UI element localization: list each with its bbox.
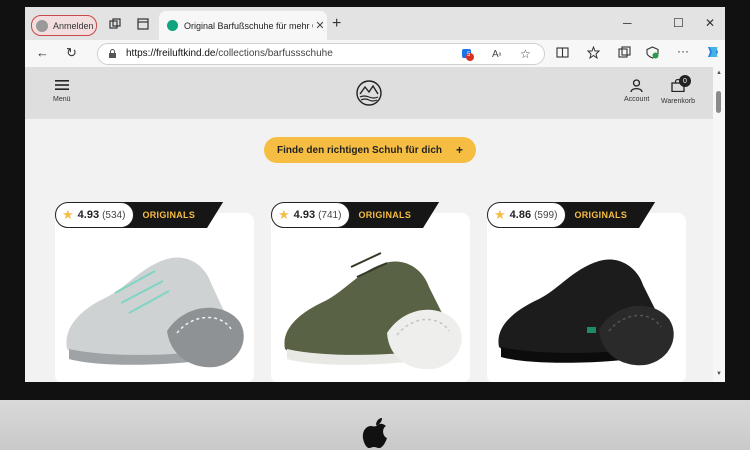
plus-icon: + [456,143,464,157]
split-screen-icon[interactable] [556,46,569,59]
maximize-icon[interactable]: ☐ [673,16,684,30]
account-icon [630,79,643,92]
account-button[interactable]: Account [624,79,649,103]
scrollbar-thumb[interactable] [716,91,721,113]
rating-pill: ★ 4.86 (599) [487,202,567,228]
menu-button[interactable]: Menü [53,79,71,103]
cart-button[interactable]: 0 Warenkorb [661,75,695,105]
active-tab[interactable]: Original Barfußschuhe für mehr G ✕ [159,11,327,40]
url-field[interactable]: https://freiluftkind.de/collections/barf… [97,43,545,65]
collections-icon[interactable] [618,46,631,59]
page-scrollbar[interactable]: ▲ ▼ [713,67,725,382]
scroll-up-icon[interactable]: ▲ [716,70,722,76]
scroll-down-icon[interactable]: ▼ [716,371,722,377]
product-image[interactable] [487,231,686,382]
account-label: Account [624,96,650,103]
rating-value: 4.93 [293,209,316,221]
close-window-icon[interactable]: ✕ [705,16,715,30]
profile-button[interactable]: Anmelden [31,15,97,36]
site-header: Menü Account 0 Warenkorb [25,67,713,119]
cart-count-badge: 0 [678,75,691,87]
favorite-star-icon[interactable]: ☆ [520,48,533,61]
refresh-icon[interactable]: ↻ [66,45,77,61]
workspaces-icon[interactable] [109,18,121,30]
shoe-finder-label: Finde den richtigen Schuh für dich [276,144,442,156]
menu-label: Menü [53,96,71,103]
review-count: (741) [318,209,342,221]
cart-label: Warenkorb [661,98,695,105]
freiluftkind-logo-icon[interactable] [355,79,383,107]
browser-window: Anmelden Original Barfußschuhe für mehr … [25,7,725,382]
hamburger-icon [54,80,69,90]
back-icon[interactable]: ← [36,45,49,60]
rating-value: 4.93 [77,209,100,221]
title-bar: Anmelden Original Barfußschuhe für mehr … [25,7,725,40]
product-badge: ★ 4.93 (534) ORIGINALS [55,201,224,229]
more-options-icon[interactable]: ··· [677,45,690,59]
originals-tag: ORIGINALS [554,202,656,228]
star-icon: ★ [278,207,290,222]
product-image[interactable] [55,231,254,382]
product-image[interactable] [271,231,470,382]
close-tab-icon[interactable]: ✕ [313,19,327,32]
page-content: Menü Account 0 Warenkorb Finde den richt… [25,67,713,382]
product-card[interactable] [487,213,686,382]
extension-badge: 5 [467,52,471,58]
url-path: /collections/barfussschuhe [215,48,333,59]
product-card[interactable] [55,213,254,382]
copilot-icon[interactable] [705,44,721,60]
avatar-icon [36,19,48,32]
lock-icon[interactable] [108,49,117,58]
originals-tag: ORIGINALS [338,202,440,228]
apple-logo-icon [362,418,387,448]
rating-value: 4.86 [509,209,532,221]
product-badge: ★ 4.93 (741) ORIGINALS [271,201,440,229]
url-host: https://freiluftkind.de [126,48,216,59]
new-tab-icon[interactable]: + [332,15,341,33]
tab-title: Original Barfußschuhe für mehr G [184,20,313,31]
site-favicon [167,20,178,31]
browser-essentials-icon[interactable] [646,46,659,59]
minimize-icon[interactable]: ─ [623,16,632,30]
star-icon: ★ [62,207,74,222]
rating-pill: ★ 4.93 (741) [271,202,351,228]
review-count: (534) [102,209,126,221]
star-icon: ★ [494,207,506,222]
tab-actions-icon[interactable] [137,18,149,30]
shoe-finder-button[interactable]: Finde den richtigen Schuh für dich + [264,137,476,163]
rating-pill: ★ 4.93 (534) [55,202,135,228]
review-count: (599) [534,209,558,221]
originals-tag: ORIGINALS [122,202,224,228]
product-badge: ★ 4.86 (599) ORIGINALS [487,201,656,229]
read-aloud-icon[interactable]: Aᵃ [492,48,505,61]
profile-label: Anmelden [53,20,94,31]
product-card[interactable] [271,213,470,382]
favorites-icon[interactable] [587,46,600,59]
address-bar: ← ↻ https://freiluftkind.de/collections/… [25,40,725,68]
